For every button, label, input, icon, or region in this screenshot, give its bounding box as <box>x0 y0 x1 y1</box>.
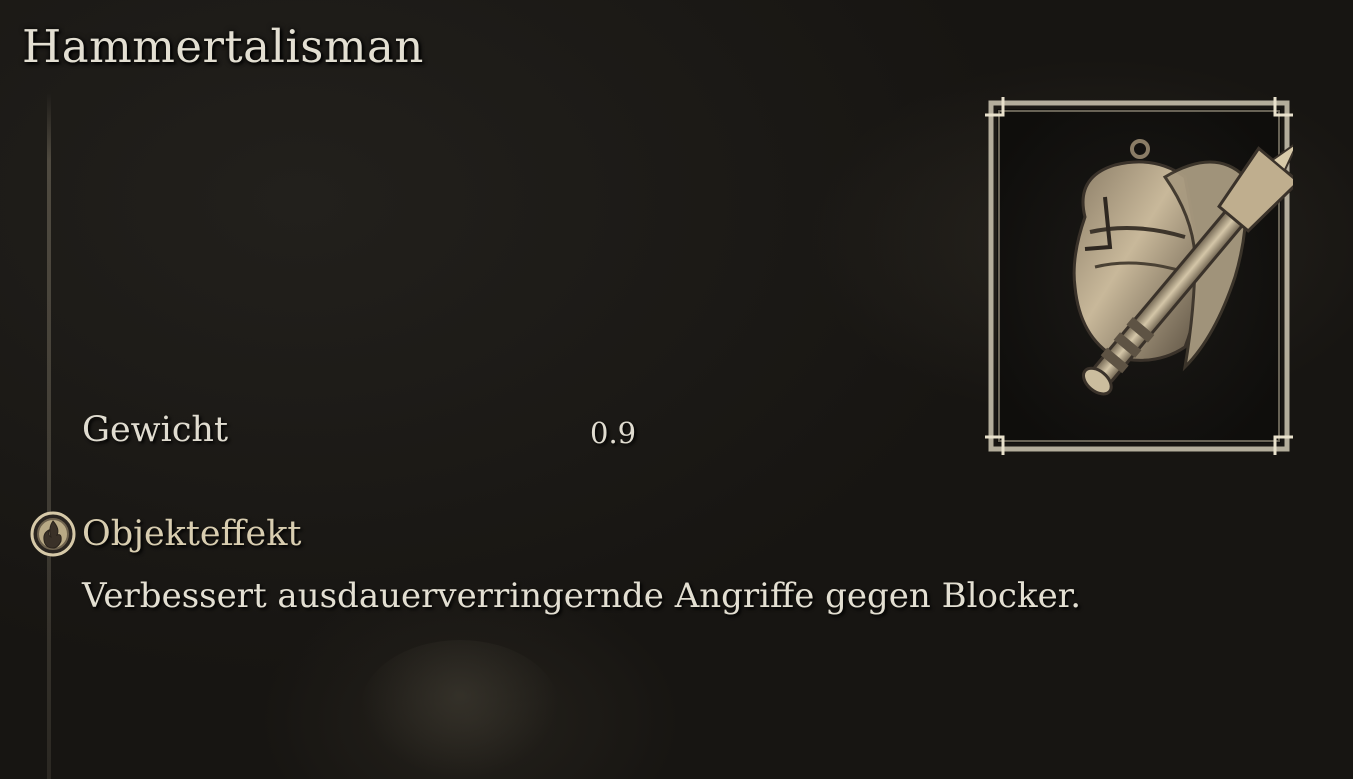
hammer-talisman-icon <box>985 97 1301 455</box>
item-detail-screen: Hammertalisman Gewicht 0.9 Objekteffekt … <box>0 0 1353 779</box>
item-image-frame <box>985 97 1301 455</box>
background-decoration <box>360 640 560 779</box>
item-title: Hammertalisman <box>22 20 424 73</box>
flame-medallion-icon <box>30 511 76 557</box>
effect-heading: Objekteffekt <box>82 514 302 554</box>
effect-description: Verbessert ausdauerverringernde Angriffe… <box>82 576 1082 616</box>
stat-value-weight: 0.9 <box>590 416 637 450</box>
stat-label-weight: Gewicht <box>82 410 229 450</box>
side-divider-line <box>47 92 51 779</box>
